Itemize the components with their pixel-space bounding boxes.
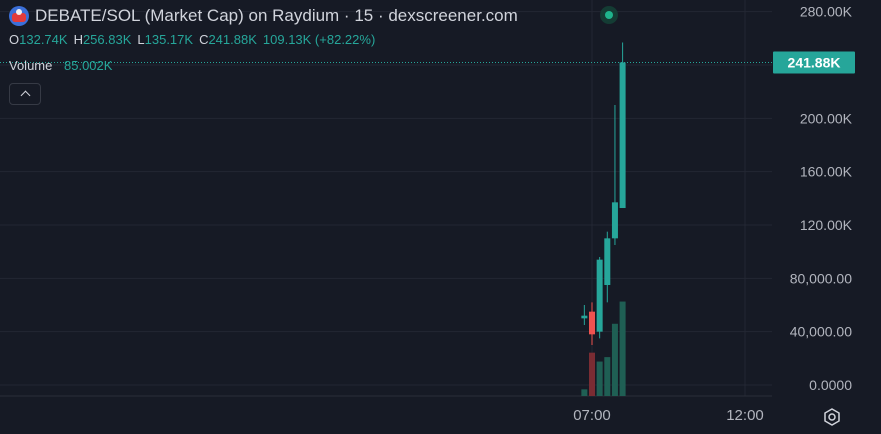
- open-value: 132.74K: [19, 32, 68, 47]
- y-tick-label: 120.00K: [800, 217, 853, 233]
- y-tick-label: 80,000.00: [790, 270, 852, 286]
- collapse-legend-button[interactable]: [9, 83, 41, 105]
- y-tick-label: 0.0000: [809, 377, 852, 393]
- y-tick-label: 40,000.00: [790, 324, 852, 340]
- x-tick-label: 12:00: [726, 407, 764, 424]
- y-tick-label: 160.00K: [800, 164, 853, 180]
- candle-body: [619, 62, 626, 209]
- candle-layer: [581, 42, 626, 345]
- candle-body: [604, 238, 611, 285]
- volume-layer: [581, 301, 626, 396]
- y-tick-label: 200.00K: [800, 110, 853, 126]
- settings-gear-icon: [824, 408, 840, 426]
- chevron-up-icon: [20, 90, 30, 101]
- open-label: O: [9, 32, 20, 47]
- volume-bar: [604, 357, 611, 396]
- chart-canvas[interactable]: 280.00K240.00K200.00K160.00K120.00K80,00…: [0, 0, 881, 434]
- low-value: 135.17K: [144, 32, 194, 47]
- chart-settings-button[interactable]: [820, 405, 844, 429]
- volume-bar: [619, 301, 626, 396]
- high-label: H: [73, 32, 83, 47]
- volume-value: 85.002K: [64, 58, 113, 73]
- live-status-dot-icon[interactable]: [600, 6, 618, 24]
- price-badge-label: 241.88K: [788, 54, 841, 70]
- volume-bar: [581, 389, 588, 396]
- ohlc-legend: O 132.74K H 256.83K L 135.17K C 241.88K …: [9, 32, 381, 47]
- close-value: 241.88K: [208, 32, 257, 47]
- change-value: 109.13K (+82.22%): [262, 32, 376, 47]
- x-tick-label: 07:00: [573, 407, 611, 424]
- candle-body: [581, 315, 588, 319]
- grid-layer: [0, 0, 772, 397]
- high-value: 256.83K: [82, 32, 132, 47]
- candle-body: [611, 202, 618, 239]
- price-line-layer: 241.88K: [0, 51, 855, 74]
- close-label: C: [199, 32, 209, 47]
- volume-bar: [589, 352, 595, 396]
- chart-title: DEBATE/SOL (Market Cap) on Raydium · 15 …: [35, 6, 518, 25]
- volume-label: Volume: [9, 58, 53, 73]
- volume-legend: Volume 85.002K: [9, 58, 112, 73]
- low-label: L: [137, 32, 145, 47]
- volume-bar: [611, 323, 618, 396]
- candle-body: [596, 259, 603, 332]
- chart-header: DEBATE/SOL (Market Cap) on Raydium · 15 …: [9, 5, 518, 27]
- debate-token-icon: [9, 6, 29, 26]
- y-tick-label: 280.00K: [800, 4, 853, 20]
- volume-bar: [596, 361, 603, 396]
- candle-body: [589, 311, 595, 335]
